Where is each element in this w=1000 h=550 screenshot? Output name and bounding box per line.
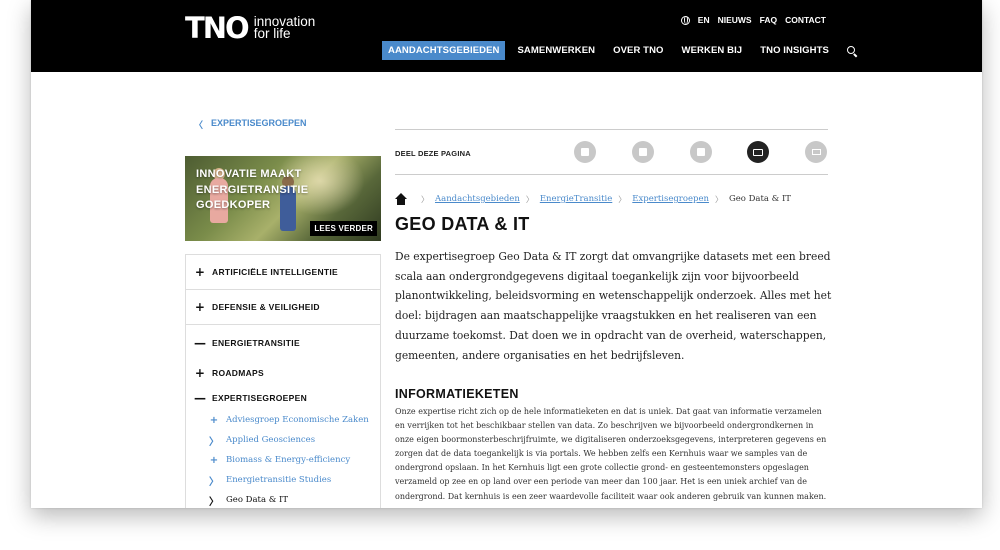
- sidebar-subitem-roadmaps[interactable]: + ROADMAPS: [186, 360, 380, 385]
- facebook-icon[interactable]: [574, 141, 596, 163]
- twitter-icon[interactable]: [632, 141, 654, 163]
- sidebar-item-energietransitie[interactable]: — ENERGIETRANSITIE: [186, 325, 380, 360]
- home-icon[interactable]: [395, 193, 407, 205]
- sidebar-nav: + ARTIFICIËLE INTELLIGENTIE + DEFENSIE &…: [185, 254, 381, 508]
- breadcrumb-aandachtsgebieden[interactable]: Aandachtsgebieden: [435, 194, 520, 204]
- page-title: GEO DATA & IT: [395, 214, 530, 234]
- minus-icon: —: [194, 335, 207, 350]
- promo-title: INNOVATIE MAAKT ENERGIETRANSITIE GOEDKOP…: [196, 168, 309, 211]
- search-icon[interactable]: [846, 45, 857, 56]
- sidebar-item-defensie-veiligheid[interactable]: + DEFENSIE & VEILIGHEID: [186, 290, 380, 325]
- language-link[interactable]: EN: [698, 15, 710, 25]
- chevron-left-icon: 〈: [194, 120, 204, 130]
- breadcrumb-separator: 〉: [618, 194, 627, 204]
- browser-window: TNO innovation for life EN NIEUWS FAQ CO…: [31, 0, 982, 508]
- news-link[interactable]: NIEUWS: [718, 15, 752, 25]
- sidebar-leaf-label: Biomass & Energy-efficiency: [226, 455, 351, 465]
- chevron-right-icon: 〉: [209, 476, 219, 488]
- sidebar-leaf-label: Adviesgroep Economische Zaken: [226, 415, 369, 425]
- nav-over-tno[interactable]: OVER TNO: [607, 41, 669, 60]
- plus-icon: +: [194, 365, 206, 380]
- contact-link[interactable]: CONTACT: [785, 15, 826, 25]
- breadcrumb-expertisegroepen[interactable]: Expertisegroepen: [632, 194, 709, 204]
- breadcrumb-separator: 〉: [714, 194, 723, 204]
- email-icon[interactable]: [747, 141, 769, 163]
- logo-mark: TNO: [185, 11, 250, 45]
- sidebar-subitem-expertisegroepen[interactable]: — EXPERTISEGROEPEN: [186, 385, 380, 410]
- sidebar-leaf-geo-data-it[interactable]: 〉 Geo Data & IT: [186, 490, 380, 508]
- back-link-label: EXPERTISEGROEPEN: [211, 118, 307, 128]
- read-more-button[interactable]: LEES VERDER: [310, 221, 377, 236]
- plus-icon: +: [209, 414, 219, 426]
- breadcrumb-separator: 〉: [421, 194, 429, 204]
- sidebar-leaf-label: Applied Geosciences: [226, 435, 316, 445]
- sidebar-leaf-label: Energietransitie Studies: [226, 475, 332, 485]
- plus-icon: +: [194, 265, 206, 279]
- breadcrumb-energietransitie[interactable]: EnergieTransitie: [540, 194, 612, 204]
- main-nav: AANDACHTSGEBIEDEN SAMENWERKEN OVER TNO W…: [382, 41, 857, 60]
- sidebar-leaf-label: Geo Data & IT: [226, 495, 289, 505]
- nav-werken-bij[interactable]: WERKEN BIJ: [676, 41, 749, 60]
- sidebar-item-label: ENERGIETRANSITIE: [212, 337, 300, 348]
- back-link[interactable]: 〈 EXPERTISEGROEPEN: [194, 118, 307, 131]
- breadcrumb: 〉 Aandachtsgebieden 〉 EnergieTransitie 〉…: [395, 193, 791, 205]
- faq-link[interactable]: FAQ: [760, 15, 777, 25]
- sidebar-leaf-biomass[interactable]: + Biomass & Energy-efficiency: [186, 450, 380, 470]
- section-title: INFORMATIEKETEN: [395, 387, 519, 401]
- intro-paragraph: De expertisegroep Geo Data & IT zorgt da…: [395, 250, 832, 362]
- chevron-right-icon: 〉: [209, 436, 219, 448]
- logo-tagline: innovation for life: [253, 15, 316, 41]
- logo-tagline-line-2: for life: [253, 26, 291, 41]
- print-icon[interactable]: [805, 141, 827, 163]
- sidebar-leaf-energietransitie-studies[interactable]: 〉 Energietransitie Studies: [186, 470, 380, 490]
- linkedin-icon[interactable]: [690, 141, 712, 163]
- sidebar-item-label: DEFENSIE & VEILIGHEID: [212, 302, 320, 312]
- sidebar-leaf-adviesgroep[interactable]: + Adviesgroep Economische Zaken: [186, 410, 380, 430]
- site-header: TNO innovation for life EN NIEUWS FAQ CO…: [31, 0, 982, 72]
- tno-logo[interactable]: TNO innovation for life: [185, 11, 316, 45]
- sidebar-leaf-applied-geosciences[interactable]: 〉 Applied Geosciences: [186, 430, 380, 450]
- sidebar-item-label: ARTIFICIËLE INTELLIGENTIE: [212, 267, 339, 277]
- minus-icon: —: [194, 390, 207, 405]
- plus-icon: +: [209, 454, 219, 466]
- breadcrumb-current: Geo Data & IT: [728, 194, 791, 204]
- utility-nav: EN NIEUWS FAQ CONTACT: [680, 15, 826, 25]
- chevron-right-icon: 〉: [209, 496, 219, 508]
- sidebar-item-label: ROADMAPS: [212, 367, 264, 378]
- nav-tno-insights[interactable]: TNO INSIGHTS: [754, 41, 835, 60]
- breadcrumb-separator: 〉: [525, 194, 534, 204]
- nav-aandachtsgebieden[interactable]: AANDACHTSGEBIEDEN: [382, 41, 506, 60]
- plus-icon: +: [194, 300, 206, 314]
- sidebar-item-label: EXPERTISEGROEPEN: [212, 392, 308, 403]
- section-body: Onze expertise richt zich op de hele inf…: [395, 407, 827, 501]
- promo-banner[interactable]: INNOVATIE MAAKT ENERGIETRANSITIE GOEDKOP…: [185, 156, 381, 241]
- globe-icon[interactable]: [680, 15, 690, 25]
- share-bar: DEEL DEZE PAGINA: [395, 129, 828, 175]
- nav-samenwerken[interactable]: SAMENWERKEN: [511, 41, 601, 60]
- share-label: DEEL DEZE PAGINA: [395, 149, 471, 158]
- sidebar-item-artificiele-intelligentie[interactable]: + ARTIFICIËLE INTELLIGENTIE: [186, 255, 380, 290]
